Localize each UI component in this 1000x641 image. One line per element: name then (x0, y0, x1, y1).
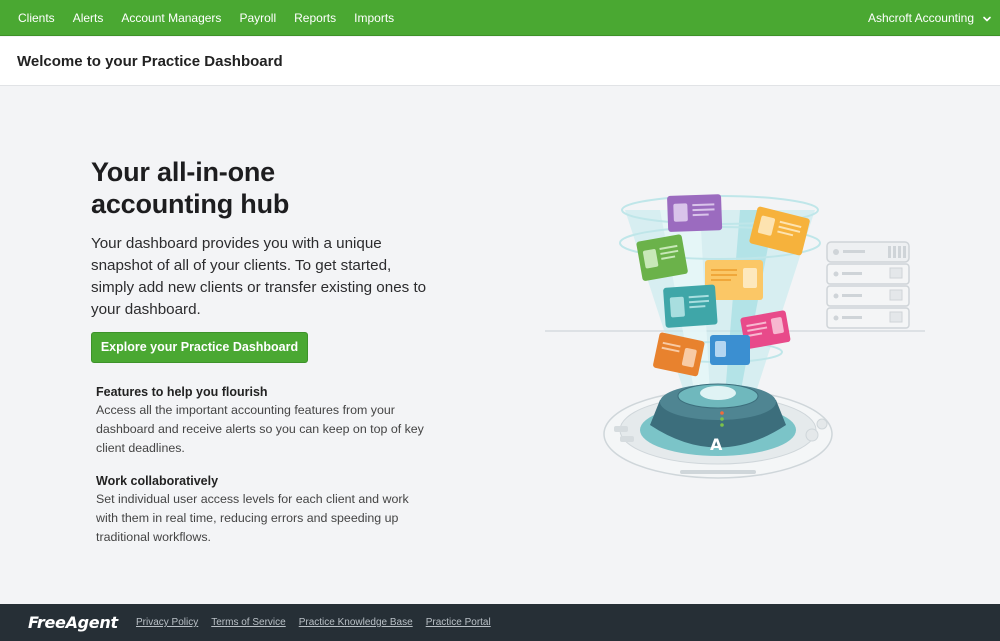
nav-item-payroll[interactable]: Payroll (230, 0, 285, 36)
hero-heading: Your all-in-one accounting hub (91, 156, 431, 220)
illustration-svg: A (545, 194, 925, 479)
feature-body: Access all the important accounting feat… (96, 403, 424, 455)
feature-title: Features to help you flourish (96, 385, 268, 399)
funnel-base-machine: A (603, 383, 833, 479)
account-switcher[interactable]: Ashcroft Accounting (868, 0, 992, 36)
freeagent-a-logo-icon: A (710, 435, 723, 454)
feature-collaborate: Work collaboratively Set individual user… (96, 472, 426, 547)
folder-icon-teal (663, 284, 718, 328)
feature-flourish: Features to help you flourish Access all… (96, 383, 426, 458)
folder-icon-green (636, 234, 688, 281)
footer: FreeAgent Privacy Policy Terms of Servic… (0, 604, 1000, 641)
hero-heading-line-2: accounting hub (91, 189, 290, 219)
footer-link-practice-portal[interactable]: Practice Portal (426, 617, 491, 628)
server-rack-icon (826, 241, 910, 329)
footer-link-terms-of-service[interactable]: Terms of Service (211, 617, 285, 628)
feature-body: Set individual user access levels for ea… (96, 492, 409, 544)
folder-icon-purple (667, 194, 723, 232)
hero-lead-text: Your dashboard provides you with a uniqu… (91, 235, 427, 318)
explore-dashboard-button[interactable]: Explore your Practice Dashboard (91, 332, 308, 363)
nav-item-account-managers[interactable]: Account Managers (112, 0, 230, 36)
freeagent-logo[interactable]: FreeAgent (28, 613, 118, 632)
folder-icon-blue (710, 335, 750, 365)
footer-link-knowledge-base[interactable]: Practice Knowledge Base (299, 617, 413, 628)
nav-item-clients[interactable]: Clients (0, 0, 64, 36)
account-name: Ashcroft Accounting (867, 11, 974, 25)
hero-heading-line-1: Your all-in-one (91, 157, 275, 187)
top-navigation: Clients Alerts Account Managers Payroll … (0, 0, 1000, 36)
client-folders-funnel-illustration: A (540, 180, 940, 490)
hero-section: Your all-in-one accounting hub Your dash… (91, 156, 431, 321)
chevron-down-icon (982, 13, 992, 23)
nav-item-alerts[interactable]: Alerts (64, 0, 113, 36)
page-title: Welcome to your Practice Dashboard (17, 53, 283, 70)
page-header: Welcome to your Practice Dashboard (0, 37, 1000, 86)
nav-item-imports[interactable]: Imports (345, 0, 403, 36)
footer-link-privacy-policy[interactable]: Privacy Policy (136, 617, 198, 628)
footer-links: Privacy Policy Terms of Service Practice… (136, 604, 504, 641)
nav-item-reports[interactable]: Reports (285, 0, 345, 36)
feature-title: Work collaboratively (96, 474, 219, 488)
